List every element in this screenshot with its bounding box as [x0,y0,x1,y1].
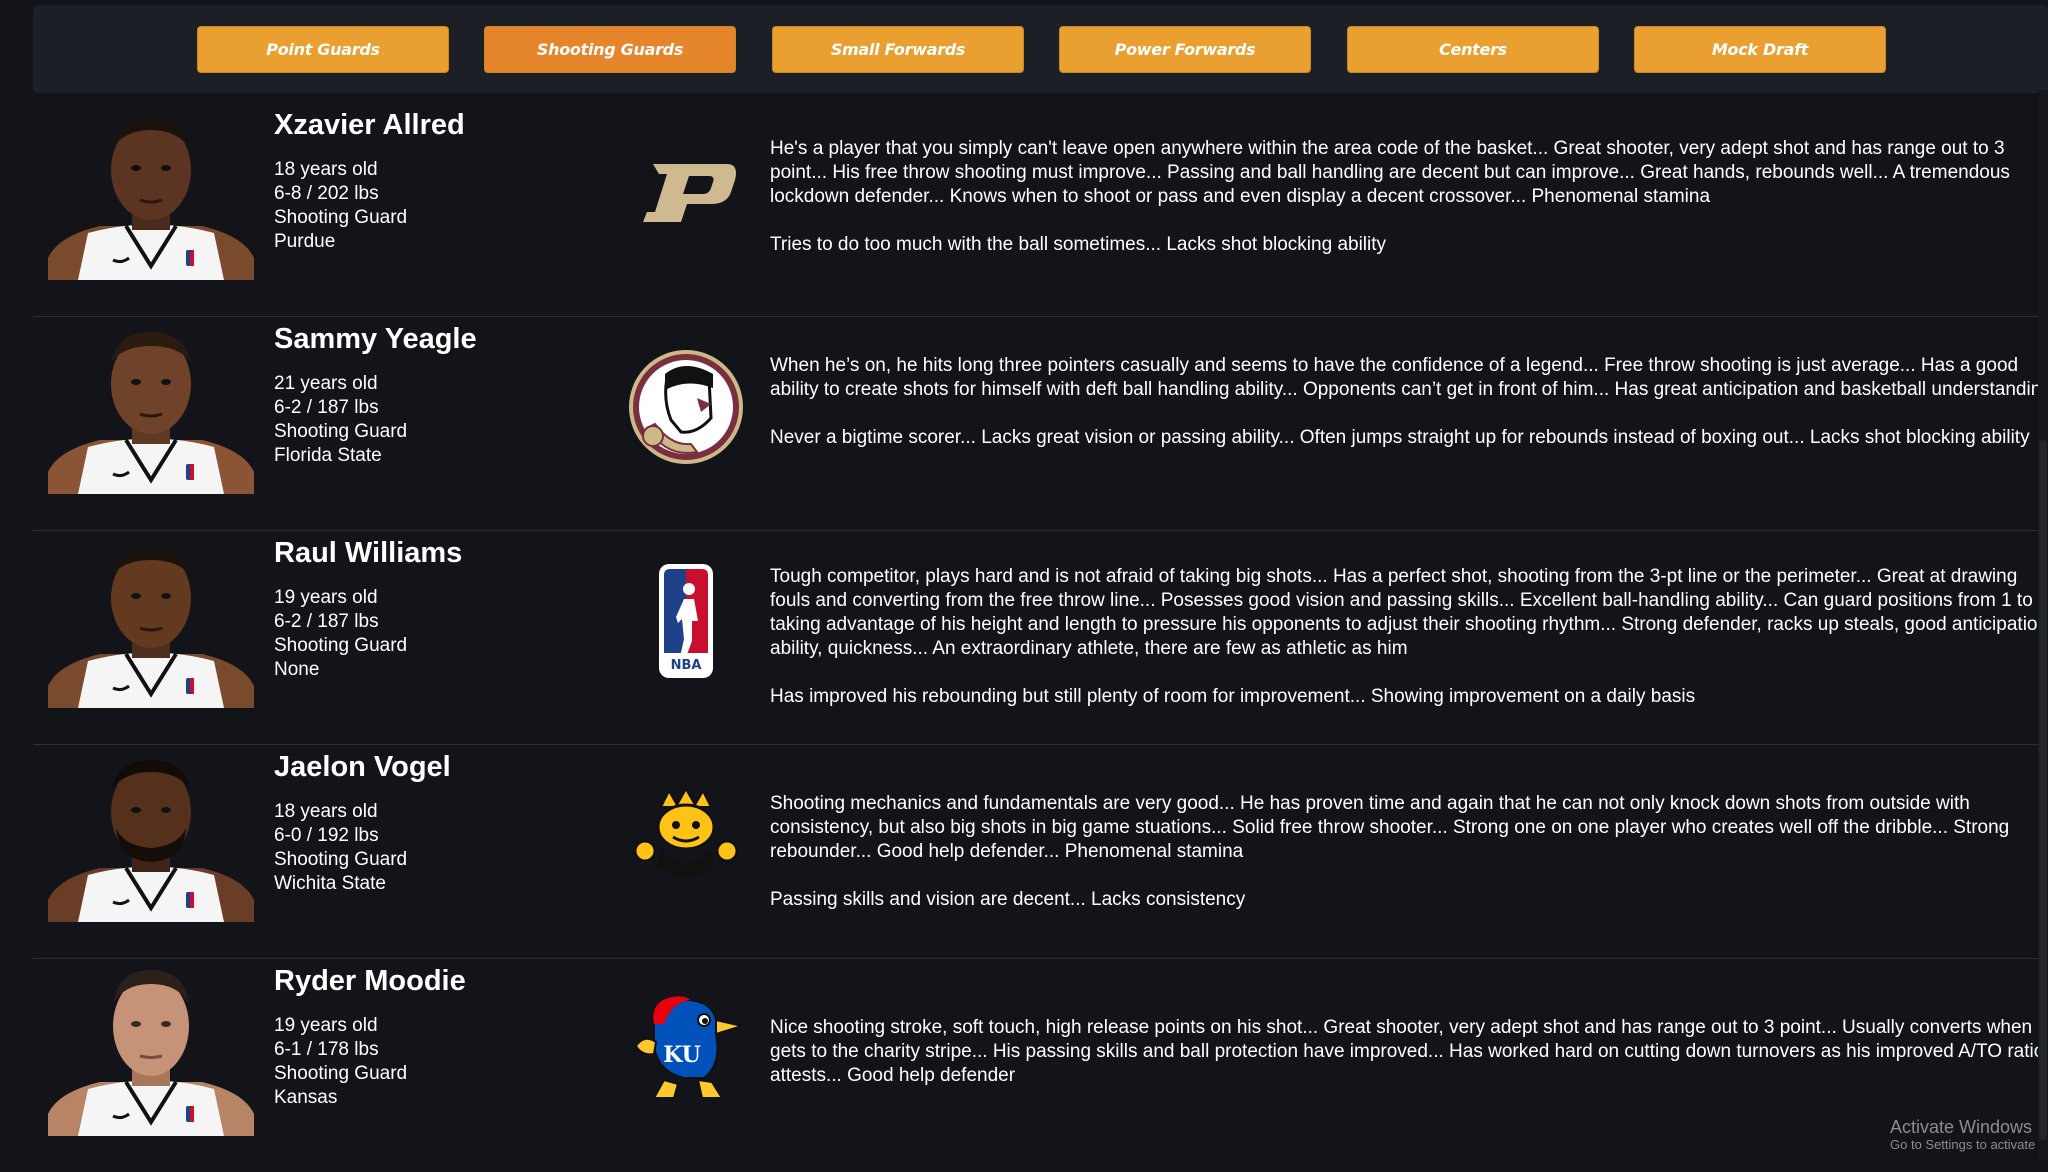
player-row[interactable]: Ryder Moodie 19 years old 6-1 / 178 lbs … [33,959,2048,1172]
kansas-logo-text: KU [663,1042,701,1068]
player-info: Raul Williams 19 years old 6-2 / 187 lbs… [274,531,604,682]
player-age: 19 years old [274,1015,378,1036]
player-height-weight: 6-1 / 178 lbs [274,1039,379,1060]
player-weaknesses: Never a bigtime scorer... Lacks great vi… [770,427,2030,448]
player-name: Raul Williams [274,537,463,569]
player-height-weight: 6-8 / 202 lbs [274,183,379,204]
player-avatar [48,108,254,280]
player-position: Shooting Guard [274,421,408,442]
player-avatar [48,322,254,494]
player-name: Xzavier Allred [274,109,465,141]
player-name: Sammy Yeagle [274,323,477,355]
watermark-subtitle: Go to Settings to activate [1890,1137,2036,1152]
player-scouting-report: Shooting mechanics and fundamentals are … [770,792,2048,912]
player-scouting-report: Nice shooting stroke, soft touch, high r… [770,1016,2048,1088]
player-weaknesses: Has improved his rebounding but still pl… [770,686,1696,707]
player-info: Xzavier Allred 18 years old 6-8 / 202 lb… [274,103,604,254]
nav-button-shooting-guards[interactable]: Shooting Guards [484,26,736,73]
player-scouting-report: He's a player that you simply can't leav… [770,137,2048,257]
player-position: Shooting Guard [274,635,408,656]
nba-logo-icon: NBA [616,551,756,691]
nav-button-small-forwards[interactable]: Small Forwards [772,26,1024,73]
player-position: Shooting Guard [274,849,408,870]
player-row[interactable]: Jaelon Vogel 18 years old 6-0 / 192 lbs … [33,745,2038,959]
nav-button-mock-draft[interactable]: Mock Draft [1634,26,1886,73]
player-school: Kansas [274,1087,338,1108]
player-row[interactable]: Raul Williams 19 years old 6-2 / 187 lbs… [33,531,2048,745]
player-age: 19 years old [274,587,378,608]
player-name: Ryder Moodie [274,965,466,997]
player-scouting-report: Tough competitor, plays hard and is not … [770,565,2048,709]
player-scouting-report: When he’s on, he hits long three pointer… [770,354,2048,450]
player-age: 18 years old [274,801,378,822]
nav-button-centers[interactable]: Centers [1347,26,1599,73]
player-school: Purdue [274,231,336,252]
player-age: 18 years old [274,159,378,180]
player-position: Shooting Guard [274,207,408,228]
scrollbar-thumb[interactable] [2039,440,2047,1140]
player-school: Florida State [274,445,382,466]
nav-button-power-forwards[interactable]: Power Forwards [1059,26,1311,73]
wichita-state-logo-icon [616,765,756,905]
florida-state-logo-icon [616,337,756,477]
player-avatar [48,536,254,708]
position-nav-bar: Point Guards Shooting Guards Small Forwa… [33,5,2048,93]
player-school: None [274,659,320,680]
player-weaknesses: Tries to do too much with the ball somet… [770,234,1387,255]
player-height-weight: 6-0 / 192 lbs [274,825,379,846]
player-info: Jaelon Vogel 18 years old 6-0 / 192 lbs … [274,745,604,896]
kansas-logo-icon: KU [616,979,756,1119]
player-strengths: When he’s on, he hits long three pointer… [770,355,2048,400]
player-row[interactable]: Sammy Yeagle 21 years old 6-2 / 187 lbs … [33,317,2048,531]
player-position: Shooting Guard [274,1063,408,1084]
nav-button-point-guards[interactable]: Point Guards [197,26,449,73]
player-strengths: Nice shooting stroke, soft touch, high r… [770,1017,2048,1086]
player-name: Jaelon Vogel [274,751,451,783]
player-strengths: Shooting mechanics and fundamentals are … [770,793,2010,862]
player-avatar [48,750,254,922]
player-avatar [48,964,254,1136]
player-info: Sammy Yeagle 21 years old 6-2 / 187 lbs … [274,317,604,468]
player-height-weight: 6-2 / 187 lbs [274,611,379,632]
player-strengths: He's a player that you simply can't leav… [770,138,2010,207]
nba-logo-text: NBA [671,658,702,673]
player-strengths: Tough competitor, plays hard and is not … [770,566,2048,659]
player-weaknesses: Passing skills and vision are decent... … [770,889,1246,910]
player-school: Wichita State [274,873,386,894]
player-row[interactable]: Xzavier Allred 18 years old 6-8 / 202 lb… [33,103,2038,317]
watermark-title: Activate Windows [1890,1117,2033,1137]
player-info: Ryder Moodie 19 years old 6-1 / 178 lbs … [274,959,604,1110]
purdue-logo-icon [616,123,756,263]
player-age: 21 years old [274,373,378,394]
player-list: Xzavier Allred 18 years old 6-8 / 202 lb… [33,103,2048,1172]
player-height-weight: 6-2 / 187 lbs [274,397,379,418]
activate-windows-watermark: Activate Windows Go to Settings to activ… [1890,1117,2035,1153]
